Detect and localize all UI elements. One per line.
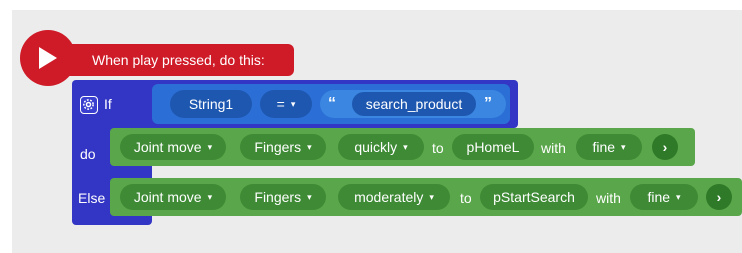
open-quote-icon: “ [328,95,336,112]
else-target-dropdown[interactable]: Fingers ▾ [240,184,326,210]
do-precision-dropdown[interactable]: fine ▾ [576,134,642,160]
else-speed-value: moderately [354,189,424,205]
operator-dropdown[interactable]: = ▾ [260,90,312,118]
do-speed-dropdown[interactable]: quickly ▾ [338,134,424,160]
do-action-value: Joint move [133,139,202,155]
play-icon [39,47,57,69]
do-label: do [80,146,96,162]
do-precision-value: fine [592,139,616,155]
else-destination-field[interactable]: pStartSearch [480,184,588,210]
else-to-label: to [460,190,472,206]
event-block[interactable]: When play pressed, do this: [60,44,294,76]
variable-pill[interactable]: String1 [170,90,252,118]
chevron-down-icon: ▾ [403,142,408,152]
else-speed-dropdown[interactable]: moderately ▾ [338,184,450,210]
else-precision-dropdown[interactable]: fine ▾ [630,184,698,210]
do-target-value: Fingers [254,139,302,155]
else-label: Else [78,190,106,206]
chevron-down-icon: ▾ [207,142,213,152]
else-with-label: with [596,190,621,206]
do-speed-value: quickly [354,139,398,155]
else-action-value: Joint move [133,189,202,205]
else-precision-value: fine [647,189,671,205]
do-target-dropdown[interactable]: Fingers ▾ [240,134,326,160]
string-value-field[interactable]: search_product [352,92,476,116]
do-to-label: to [432,140,444,156]
event-label: When play pressed, do this: [92,52,265,68]
else-action-dropdown[interactable]: Joint move ▾ [120,184,226,210]
chevron-down-icon: ▾ [676,192,681,202]
chevron-down-icon: ▾ [307,142,312,152]
chevron-down-icon: ▾ [429,192,434,202]
chevron-down-icon: ▾ [307,192,312,202]
gear-icon[interactable] [80,96,98,114]
else-target-value: Fingers [254,189,302,205]
chevron-down-icon: ▾ [207,192,213,202]
else-expand-arrow-icon[interactable]: › [706,184,732,210]
do-destination-field[interactable]: pHomeL [452,134,534,160]
do-expand-arrow-icon[interactable]: › [652,134,678,160]
chevron-down-icon: ▾ [290,99,296,109]
do-with-label: with [541,140,566,156]
chevron-down-icon: ▾ [621,142,626,152]
close-quote-icon: ” [484,95,492,112]
operator-value: = [276,96,285,112]
if-label: If [104,96,112,112]
do-action-dropdown[interactable]: Joint move ▾ [120,134,226,160]
